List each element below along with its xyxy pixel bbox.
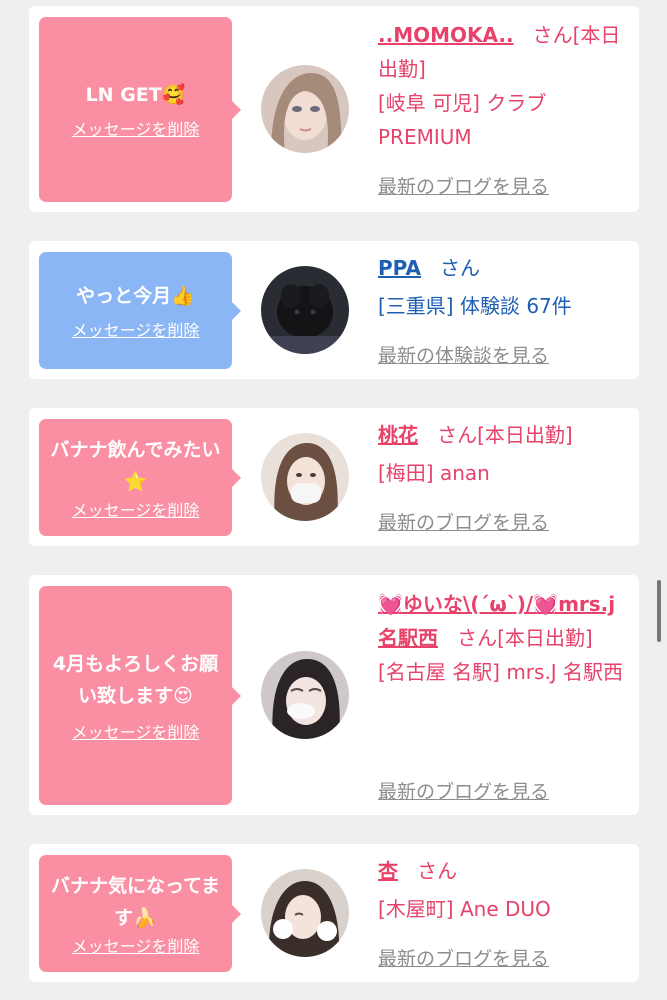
profile-detail: [名古屋 名駅] mrs.J 名駅西 <box>378 660 624 684</box>
profile-detail: [三重県] 体験談 67件 <box>378 294 572 318</box>
message-card: LN GET🥰 メッセージを削除 ..MOMOKA.. さん[本日出勤] [岐阜… <box>29 6 639 212</box>
message-text: バナナ気になってます🍌 <box>50 874 221 929</box>
name-suffix: さん <box>440 256 481 280</box>
message-bubble: バナナ気になってます🍌 メッセージを削除 <box>39 855 241 972</box>
latest-post-link[interactable]: 最新のブログを見る <box>378 944 549 971</box>
avatar[interactable] <box>261 651 349 739</box>
latest-post-link[interactable]: 最新のブログを見る <box>378 172 549 199</box>
scrollbar[interactable] <box>657 580 661 642</box>
profile-name-link[interactable]: 杏 <box>378 859 398 883</box>
name-suffix: さん[本日出勤] <box>437 423 573 447</box>
message-bubble: LN GET🥰 メッセージを削除 <box>39 17 241 202</box>
message-card: バナナ飲んでみたい⭐ メッセージを削除 桃花 さん[本日出勤] [梅田] ana… <box>29 408 639 546</box>
profile-detail: [梅田] anan <box>378 461 490 485</box>
message-text: 4月もよろしくお願い致します😍 <box>52 652 219 707</box>
message-card: バナナ気になってます🍌 メッセージを削除 杏 さん [木屋町] Ane DUO … <box>29 844 639 982</box>
profile-info: PPA さん [三重県] 体験談 67件 <box>378 251 628 323</box>
message-text: バナナ飲んでみたい⭐ <box>50 438 221 493</box>
profile-name-link[interactable]: 桃花 <box>378 423 418 447</box>
avatar[interactable] <box>261 266 349 354</box>
name-suffix: さん[本日出勤] <box>457 626 593 650</box>
avatar[interactable] <box>261 65 349 153</box>
profile-name-link[interactable]: PPA <box>378 256 421 280</box>
profile-name-link[interactable]: ..MOMOKA.. <box>378 23 514 47</box>
profile-detail: [岐阜 可児] クラブPREMIUM <box>378 91 547 149</box>
profile-info: 桃花 さん[本日出勤] [梅田] anan <box>378 418 628 490</box>
profile-info: 杏 さん [木屋町] Ane DUO <box>378 854 628 926</box>
delete-message-link[interactable]: メッセージを削除 <box>72 320 200 342</box>
avatar[interactable] <box>261 869 349 957</box>
delete-message-link[interactable]: メッセージを削除 <box>72 119 200 141</box>
profile-info: ..MOMOKA.. さん[本日出勤] [岐阜 可児] クラブPREMIUM <box>378 18 628 154</box>
profile-detail: [木屋町] Ane DUO <box>378 897 551 921</box>
profile-info: 💓ゆいな\(´ω`)/💓mrs.j名駅西 さん[本日出勤] [名古屋 名駅] m… <box>378 587 628 689</box>
message-bubble: やっと今月👍 メッセージを削除 <box>39 252 241 369</box>
delete-message-link[interactable]: メッセージを削除 <box>72 936 200 958</box>
latest-post-link[interactable]: 最新のブログを見る <box>378 777 549 804</box>
delete-message-link[interactable]: メッセージを削除 <box>72 500 200 522</box>
latest-post-link[interactable]: 最新の体験談を見る <box>378 341 549 368</box>
message-text: やっと今月👍 <box>76 284 195 307</box>
message-bubble: 4月もよろしくお願い致します😍 メッセージを削除 <box>39 586 241 805</box>
message-card: 4月もよろしくお願い致します😍 メッセージを削除 💓ゆいな\(´ω`)/💓mrs… <box>29 575 639 815</box>
avatar[interactable] <box>261 433 349 521</box>
message-card: やっと今月👍 メッセージを削除 PPA さん [三重県] 体験談 67件 最新の… <box>29 241 639 379</box>
name-suffix: さん <box>417 859 458 883</box>
delete-message-link[interactable]: メッセージを削除 <box>72 722 200 744</box>
message-text: LN GET🥰 <box>85 83 186 106</box>
message-bubble: バナナ飲んでみたい⭐ メッセージを削除 <box>39 419 241 536</box>
latest-post-link[interactable]: 最新のブログを見る <box>378 508 549 535</box>
